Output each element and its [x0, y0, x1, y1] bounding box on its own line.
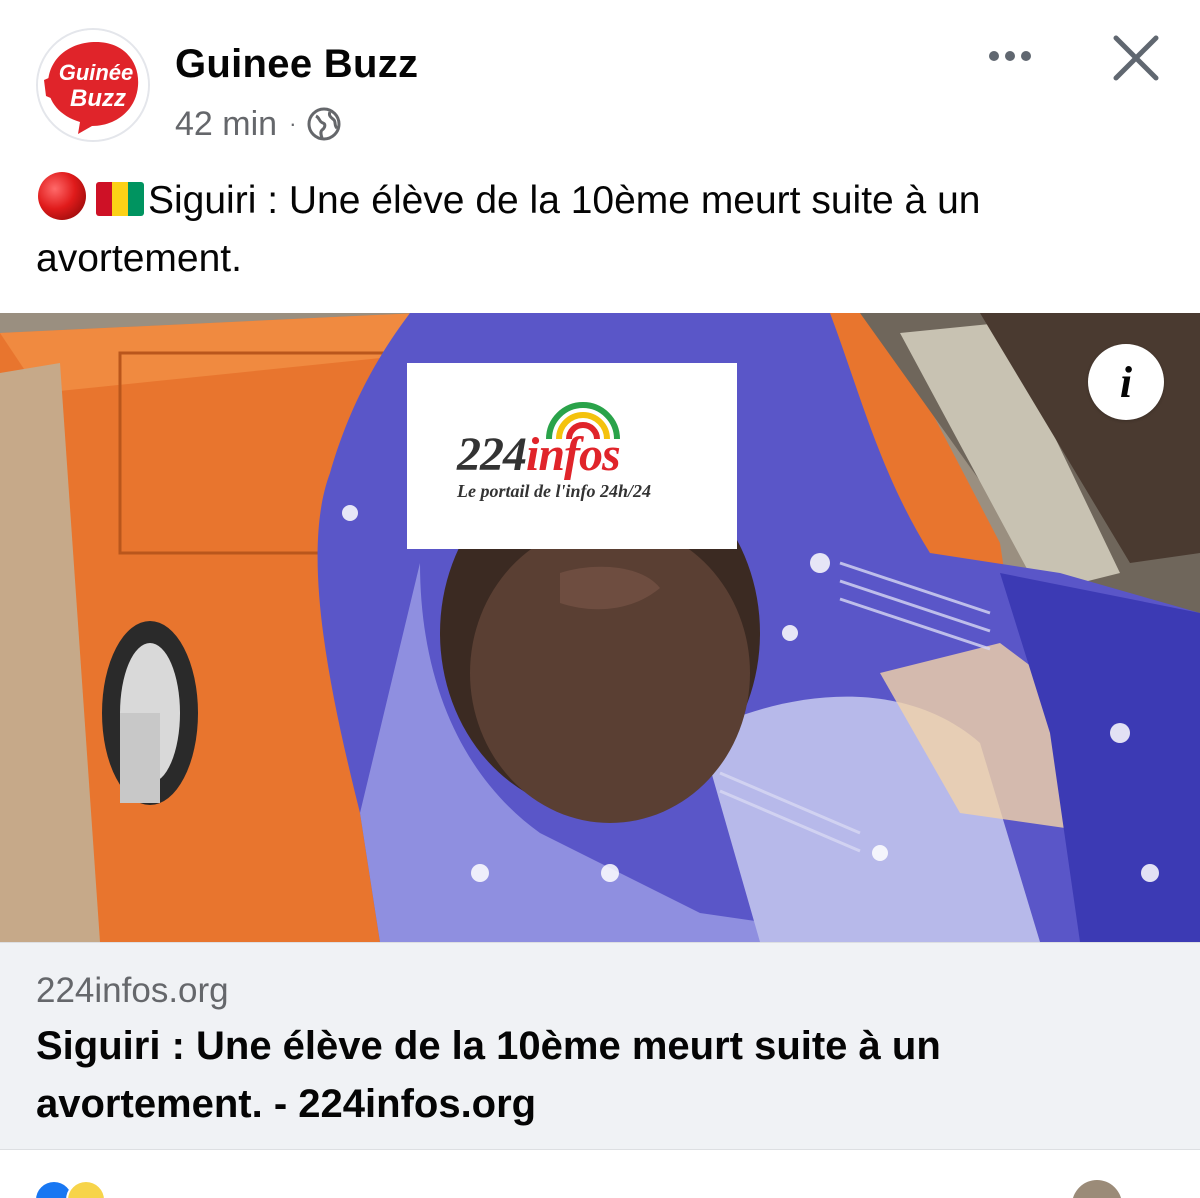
info-icon: i: [1119, 357, 1133, 407]
link-domain: 224infos.org: [36, 971, 229, 1010]
info-button[interactable]: i: [1088, 344, 1164, 420]
svg-text:Buzz: Buzz: [70, 85, 126, 112]
reactions-summary[interactable]: [34, 1180, 106, 1198]
link-title: Siguiri : Une élève de la 10ème meurt su…: [36, 1024, 941, 1126]
page-name[interactable]: Guinee Buzz: [175, 42, 418, 87]
watermark-tagline: Le portail de l'info 24h/24: [457, 481, 652, 501]
globe-icon: [307, 107, 341, 141]
page-avatar[interactable]: Guinée Buzz: [36, 28, 150, 142]
link-preview[interactable]: 224infos.org Siguiri : Une élève de la 1…: [0, 942, 1200, 1150]
watermark-logo: 224infos Le portail de l'info 24h/24: [407, 363, 737, 549]
post-image[interactable]: 224infos Le portail de l'info 24h/24 i: [0, 313, 1200, 942]
guinee-buzz-logo: Guinée Buzz: [38, 30, 148, 140]
more-horizontal-icon: [989, 51, 999, 61]
more-options-button[interactable]: [978, 34, 1042, 78]
haha-reaction-icon: [66, 1180, 106, 1198]
watermark-title: 224infos: [457, 428, 621, 481]
post-meta: 42 min ·: [175, 104, 342, 144]
post-message: Siguiri : Une élève de la 10ème meurt su…: [36, 170, 1166, 288]
commenter-avatar[interactable]: [1072, 1180, 1122, 1198]
red-circle-emoji: [38, 172, 86, 220]
guinea-flag-emoji: [96, 182, 144, 216]
svg-text:Guinée: Guinée: [59, 60, 134, 85]
meta-separator: ·: [289, 111, 297, 136]
close-icon[interactable]: [1108, 30, 1164, 86]
post-text: Siguiri : Une élève de la 10ème meurt su…: [36, 179, 981, 280]
post-time[interactable]: 42 min: [175, 105, 277, 144]
